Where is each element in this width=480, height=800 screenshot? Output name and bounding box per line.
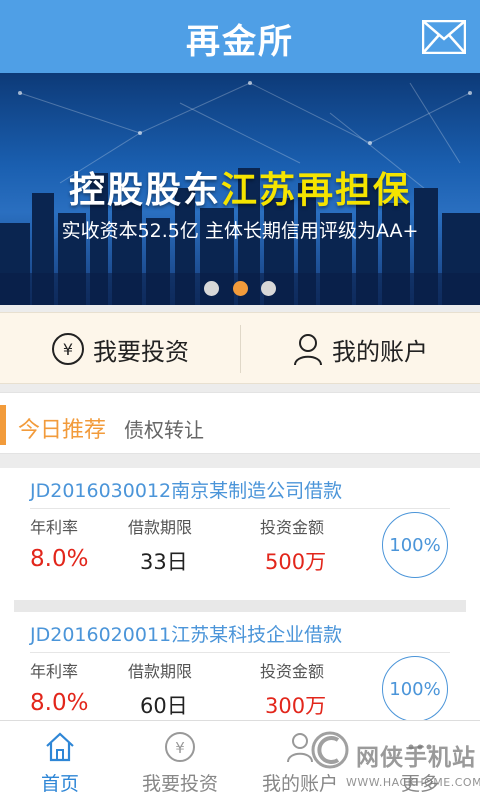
loan-title[interactable]: JD2016020011江苏某科技企业借款 xyxy=(30,620,342,647)
nav-account[interactable]: 我的账户 xyxy=(240,721,360,800)
invest-quick-button[interactable]: ¥ 我要投资 xyxy=(0,313,240,385)
user-icon xyxy=(294,334,322,366)
recommend-tabs: 今日推荐 债权转让 xyxy=(0,392,480,454)
app-header: 再金所 xyxy=(0,0,480,73)
headline-white: 控股股东 xyxy=(68,170,221,211)
tab-today-recommend[interactable]: 今日推荐 xyxy=(18,412,106,444)
banner-subline: 实收资本52.5亿 主体长期信用评级为AA+ xyxy=(61,220,419,242)
bottom-nav: 首页 ¥ 我要投资 我的账户 更多 xyxy=(0,720,480,800)
rate-label: 年利率 xyxy=(30,662,79,681)
nav-home-label: 首页 xyxy=(40,773,79,795)
account-quick-button[interactable]: 我的账户 xyxy=(240,313,480,385)
amount-label: 投资金额 xyxy=(260,662,325,681)
svg-text:¥: ¥ xyxy=(63,340,73,359)
user-icon xyxy=(287,733,313,763)
rate-value: 8.0% xyxy=(30,690,89,716)
period-value: 60日 xyxy=(140,694,188,718)
app-title: 再金所 xyxy=(186,22,294,62)
yen-circle-icon: ¥ xyxy=(52,333,84,365)
loan-list: JD2016030012南京某制造公司借款 年利率 借款期限 投资金额 8.0%… xyxy=(0,468,480,720)
divider xyxy=(30,508,450,509)
rate-label: 年利率 xyxy=(30,518,79,537)
account-quick-label: 我的账户 xyxy=(332,337,428,366)
quick-nav: ¥ 我要投资 我的账户 xyxy=(0,312,480,384)
period-value: 33日 xyxy=(140,550,188,574)
progress-circle[interactable]: 100% xyxy=(382,512,448,578)
divider xyxy=(30,652,450,653)
promo-banner[interactable]: 控股股东江苏再担保 实收资本52.5亿 主体长期信用评级为AA+ xyxy=(0,73,480,305)
mail-icon[interactable] xyxy=(422,20,466,54)
nav-more-label: 更多 xyxy=(400,773,439,795)
banner-headline: 控股股东江苏再担保 xyxy=(0,161,480,213)
yen-circle-icon: ¥ xyxy=(165,732,195,762)
svg-text:¥: ¥ xyxy=(175,739,185,757)
carousel-dot[interactable] xyxy=(260,281,276,296)
period-label: 借款期限 xyxy=(128,662,193,681)
nav-invest[interactable]: ¥ 我要投资 xyxy=(120,721,240,800)
progress-circle[interactable]: 100% xyxy=(382,656,448,720)
carousel-dots xyxy=(0,281,480,300)
headline-highlight: 江苏再担保 xyxy=(221,170,412,211)
nav-home[interactable]: 首页 xyxy=(0,721,120,800)
loan-title[interactable]: JD2016030012南京某制造公司借款 xyxy=(30,476,342,503)
loan-item[interactable]: JD2016030012南京某制造公司借款 年利率 借款期限 投资金额 8.0%… xyxy=(0,468,480,598)
tab-debt-transfer[interactable]: 债权转让 xyxy=(124,414,204,443)
nav-account-label: 我的账户 xyxy=(261,773,338,795)
carousel-dot-active[interactable] xyxy=(232,281,248,296)
period-label: 借款期限 xyxy=(128,518,193,537)
loan-item[interactable]: JD2016020011江苏某科技企业借款 年利率 借款期限 投资金额 8.0%… xyxy=(0,612,480,720)
home-icon xyxy=(46,732,74,762)
carousel-dot[interactable] xyxy=(204,281,220,296)
rate-value: 8.0% xyxy=(30,546,89,572)
nav-invest-label: 我要投资 xyxy=(141,773,218,795)
active-tab-indicator xyxy=(0,405,6,445)
item-separator xyxy=(14,600,466,612)
amount-value: 500万 xyxy=(265,550,327,574)
more-icon xyxy=(408,744,432,750)
amount-value: 300万 xyxy=(265,694,327,718)
invest-quick-label: 我要投资 xyxy=(93,337,189,366)
nav-more[interactable]: 更多 xyxy=(360,721,480,800)
amount-label: 投资金额 xyxy=(260,518,325,537)
